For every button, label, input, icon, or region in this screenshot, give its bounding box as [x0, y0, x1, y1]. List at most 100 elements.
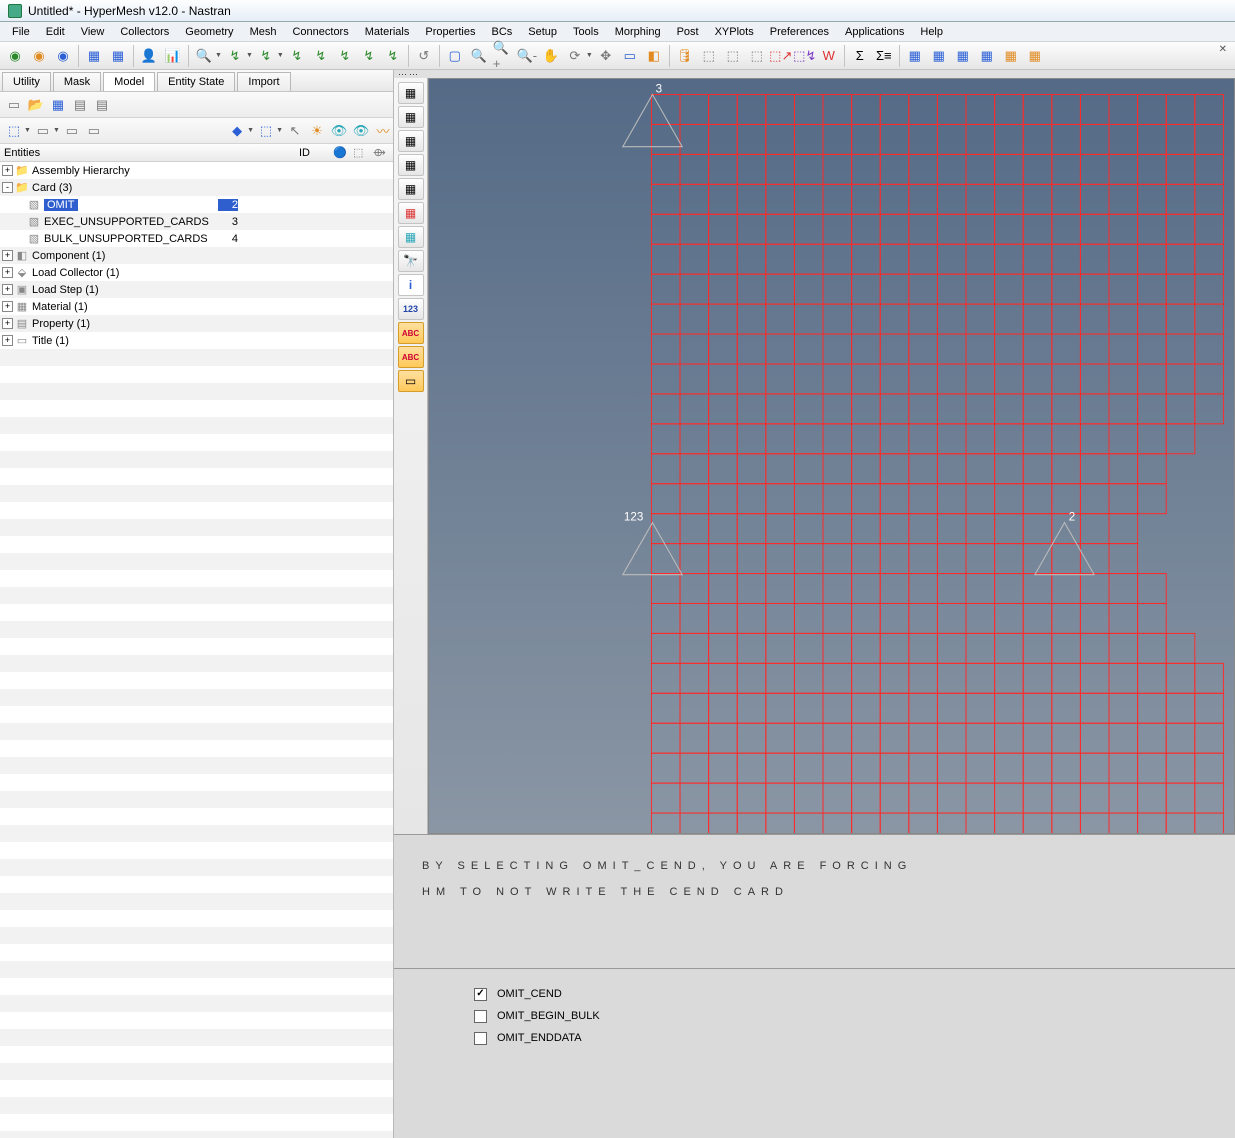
menu-bcs[interactable]: BCs: [484, 24, 521, 40]
menu-xyplots[interactable]: XYPlots: [707, 24, 762, 40]
panel-grip[interactable]: ⋯⋯: [394, 70, 1235, 78]
menu-mesh[interactable]: Mesh: [242, 24, 285, 40]
menu-applications[interactable]: Applications: [837, 24, 912, 40]
checkbox-omit_begin_bulk[interactable]: [474, 1010, 487, 1023]
tree-header-color-icon[interactable]: 🔵: [333, 146, 353, 159]
screen-icon[interactable]: ▭: [619, 45, 641, 67]
bt-cube2-icon[interactable]: ◆: [227, 121, 247, 141]
bars-icon[interactable]: 📊: [162, 45, 184, 67]
bt-eye1-icon[interactable]: 👁: [329, 121, 349, 141]
flag-icon[interactable]: ◧: [643, 45, 665, 67]
axis-z1-icon[interactable]: ↯: [286, 45, 308, 67]
bt-rect-icon[interactable]: ▭: [33, 121, 53, 141]
bt-cfg2-icon[interactable]: ▭: [84, 121, 104, 141]
cubegrid6-icon[interactable]: ▦: [1024, 45, 1046, 67]
vt-view-icon[interactable]: ▭: [398, 370, 424, 392]
elem-green-icon[interactable]: ◉: [4, 45, 26, 67]
cubegrid1-icon[interactable]: ▦: [904, 45, 926, 67]
tree-row-exec-unsupported-cards[interactable]: ▧EXEC_UNSUPPORTED_CARDS3: [0, 213, 393, 230]
tree-row-card-3-[interactable]: -📁Card (3): [0, 179, 393, 196]
tree-header-ext-icon[interactable]: ⟴: [373, 146, 393, 159]
expander-icon[interactable]: -: [2, 182, 13, 193]
sigma-icon[interactable]: Σ: [849, 45, 871, 67]
tree-header-disp-icon[interactable]: ⬚: [353, 146, 373, 159]
graphics-viewport[interactable]: 3 123 2: [428, 78, 1235, 834]
cubegrid3-icon[interactable]: ▦: [952, 45, 974, 67]
search-icon[interactable]: 🔍: [193, 45, 215, 67]
close-toolbar-icon[interactable]: ✕: [1215, 44, 1231, 55]
model-tree[interactable]: +📁Assembly Hierarchy-📁Card (3)▧OMIT2▧EXE…: [0, 162, 393, 1138]
bt-select-icon[interactable]: ↖: [285, 121, 305, 141]
arrows-icon[interactable]: ✥: [595, 45, 617, 67]
expander-icon[interactable]: +: [2, 165, 13, 176]
tree-row-title-1-[interactable]: +▭Title (1): [0, 332, 393, 349]
vt-123-icon[interactable]: 123: [398, 298, 424, 320]
browser-tab-model[interactable]: Model: [103, 72, 155, 91]
vt-red-icon[interactable]: ▦: [398, 202, 424, 224]
cube1-icon[interactable]: ⬚: [698, 45, 720, 67]
expander-icon[interactable]: +: [2, 250, 13, 261]
bt-cfg1-icon[interactable]: ▭: [62, 121, 82, 141]
menu-file[interactable]: File: [4, 24, 38, 40]
sigma-list-icon[interactable]: Σ≡: [873, 45, 895, 67]
checkbox-omit_enddata[interactable]: [474, 1032, 487, 1045]
tree-row-material-1-[interactable]: +▦Material (1): [0, 298, 393, 315]
tree-row-assembly-hierarchy[interactable]: +📁Assembly Hierarchy: [0, 162, 393, 179]
axis-z3-icon[interactable]: ↯: [334, 45, 356, 67]
grid2-icon[interactable]: ▦: [107, 45, 129, 67]
bt-cards-icon[interactable]: ▤: [70, 95, 90, 115]
cubegrid5-icon[interactable]: ▦: [1000, 45, 1022, 67]
axis-xy-icon[interactable]: ↯: [255, 45, 277, 67]
axis-z4-icon[interactable]: ↯: [358, 45, 380, 67]
menu-geometry[interactable]: Geometry: [177, 24, 241, 40]
menu-collectors[interactable]: Collectors: [112, 24, 177, 40]
expander-icon[interactable]: +: [2, 335, 13, 346]
vt-wire-icon[interactable]: ▦: [398, 106, 424, 128]
vt-dark-icon[interactable]: ▦: [398, 154, 424, 176]
checkbox-omit_cend[interactable]: [474, 988, 487, 1001]
vt-hide-icon[interactable]: ▦: [398, 178, 424, 200]
tree-row-load-collector-1-[interactable]: +⬙Load Collector (1): [0, 264, 393, 281]
axis-z5-icon[interactable]: ↯: [382, 45, 404, 67]
tree-row-bulk-unsupported-cards[interactable]: ▧BULK_UNSUPPORTED_CARDS4: [0, 230, 393, 247]
zoom-out-icon[interactable]: 🔍-: [516, 45, 538, 67]
expander-icon[interactable]: +: [2, 318, 13, 329]
vt-binoc-icon[interactable]: 🔭: [398, 250, 424, 272]
refresh-icon[interactable]: ↺: [413, 45, 435, 67]
vt-abc-icon[interactable]: ABC: [398, 322, 424, 344]
bt-new-icon[interactable]: ▭: [4, 95, 24, 115]
menu-preferences[interactable]: Preferences: [762, 24, 837, 40]
axis-z2-icon[interactable]: ↯: [310, 45, 332, 67]
menu-materials[interactable]: Materials: [357, 24, 418, 40]
tree-row-omit[interactable]: ▧OMIT2: [0, 196, 393, 213]
tree-row-property-1-[interactable]: +▤Property (1): [0, 315, 393, 332]
menu-view[interactable]: View: [73, 24, 113, 40]
w-icon[interactable]: W: [818, 45, 840, 67]
user-icon[interactable]: 👤: [138, 45, 160, 67]
menu-help[interactable]: Help: [912, 24, 951, 40]
menu-post[interactable]: Post: [669, 24, 707, 40]
browser-tab-import[interactable]: Import: [237, 72, 290, 91]
bt-disp-icon[interactable]: ▦: [48, 95, 68, 115]
cubegrid2-icon[interactable]: ▦: [928, 45, 950, 67]
cubegrid4-icon[interactable]: ▦: [976, 45, 998, 67]
vt-shade-icon[interactable]: ▦: [398, 130, 424, 152]
rotate-icon[interactable]: ⟳: [564, 45, 586, 67]
axis-yx-icon[interactable]: ↯: [224, 45, 246, 67]
elem-blue-icon[interactable]: ◉: [52, 45, 74, 67]
expander-icon[interactable]: +: [2, 267, 13, 278]
menu-setup[interactable]: Setup: [520, 24, 565, 40]
cube3-icon[interactable]: ⬚: [746, 45, 768, 67]
expander-icon[interactable]: +: [2, 301, 13, 312]
menu-morphing[interactable]: Morphing: [607, 24, 669, 40]
bt-tree-icon[interactable]: ▤: [92, 95, 112, 115]
tree-row-component-1-[interactable]: +◧Component (1): [0, 247, 393, 264]
menu-tools[interactable]: Tools: [565, 24, 607, 40]
menu-properties[interactable]: Properties: [417, 24, 483, 40]
square-icon[interactable]: ▢: [444, 45, 466, 67]
vt-persp-icon[interactable]: ▦: [398, 82, 424, 104]
menu-edit[interactable]: Edit: [38, 24, 73, 40]
zoom-in-icon[interactable]: 🔍+: [492, 45, 514, 67]
bt-cube3-icon[interactable]: ⬚: [256, 121, 276, 141]
pan-icon[interactable]: ✋: [540, 45, 562, 67]
